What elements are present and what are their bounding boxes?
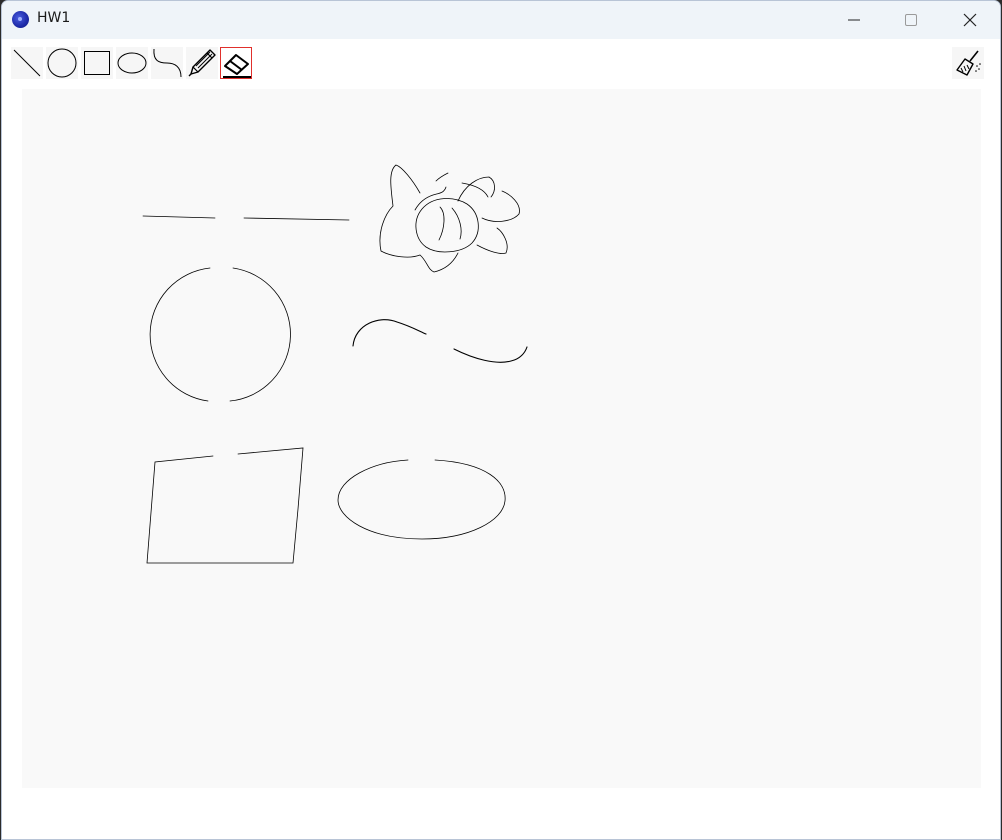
broom-icon: [956, 50, 981, 76]
circle-tool-button[interactable]: [46, 47, 78, 79]
clear-canvas-button[interactable]: [952, 47, 984, 79]
line-tool-button[interactable]: [11, 47, 43, 79]
pencil-icon: [188, 49, 216, 77]
line-icon: [13, 49, 41, 77]
window-title: HW1: [37, 10, 71, 26]
drawing-surface[interactable]: [22, 89, 981, 788]
curve-icon: [153, 48, 182, 78]
close-button[interactable]: [947, 1, 993, 39]
drawn-rectangle: [146, 447, 304, 564]
maximize-button[interactable]: [888, 1, 934, 39]
minimize-button[interactable]: [831, 1, 877, 39]
drawn-circle: [149, 267, 291, 402]
maximize-icon: [905, 14, 917, 26]
drawn-curve: [352, 319, 528, 363]
rectangle-icon: [84, 51, 110, 75]
drawn-line: [142, 215, 350, 221]
curve-tool-button[interactable]: [151, 47, 183, 79]
close-icon: [963, 13, 977, 27]
minimize-icon: [848, 19, 860, 21]
toolbar: [2, 39, 1000, 87]
title-bar[interactable]: HW1: [2, 1, 1000, 39]
eraser-icon: [223, 54, 251, 78]
status-area: [2, 789, 1000, 839]
pencil-tool-button[interactable]: [186, 47, 218, 79]
app-orb-icon: [12, 11, 29, 28]
eraser-tool-button[interactable]: [220, 47, 252, 79]
drawn-ellipse: [337, 459, 506, 540]
circle-icon: [47, 48, 77, 78]
pencil-sketch: [379, 164, 520, 273]
ellipse-icon: [117, 52, 147, 74]
rectangle-tool-button[interactable]: [81, 47, 113, 79]
drawing-canvas[interactable]: [22, 89, 981, 788]
ellipse-tool-button[interactable]: [116, 47, 148, 79]
app-window: HW1: [1, 0, 1001, 840]
